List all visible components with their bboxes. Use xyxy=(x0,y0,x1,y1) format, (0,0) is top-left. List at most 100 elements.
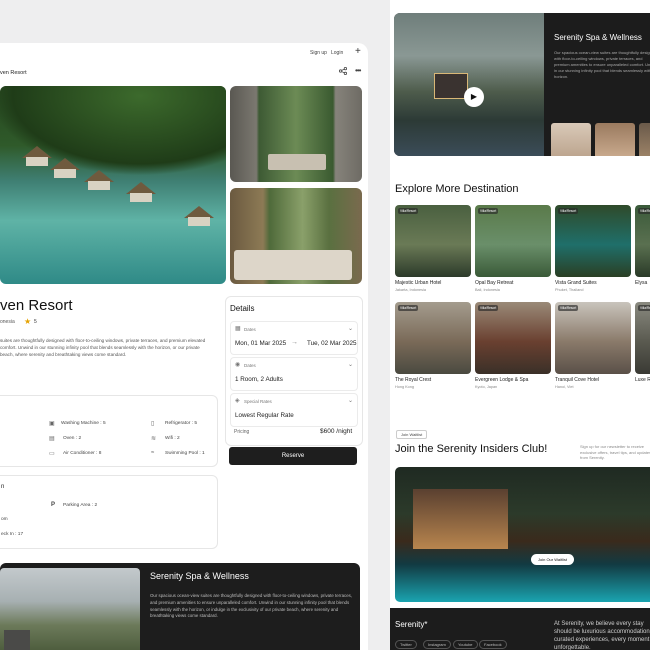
chevron-down-icon: ⌄ xyxy=(347,398,353,404)
destination-photo: Villa/Resort xyxy=(555,205,631,277)
details-heading: Details xyxy=(230,304,255,313)
check-in-date: Mon, 01 Mar 2025 xyxy=(235,340,287,347)
social-link-youtube[interactable]: Youtube xyxy=(453,640,478,649)
hero-photo-resort[interactable] xyxy=(0,86,226,284)
more-options-icon[interactable]: ••• xyxy=(355,66,361,75)
destination-name: Evergreen Lodge & Spa xyxy=(475,377,529,383)
rule-parking: Parking Area : 2 xyxy=(63,503,98,508)
plus-icon[interactable]: + xyxy=(355,46,361,57)
destination-photo: Villa/Resort xyxy=(635,205,650,277)
rules-heading: n xyxy=(1,484,5,490)
price-value: $600 /night xyxy=(320,428,353,435)
destination-badge: Villa/Resort xyxy=(398,208,419,214)
destination-badge: Villa/Resort xyxy=(558,208,579,214)
destination-photo: Villa/Resort xyxy=(475,205,551,277)
guests-label: Dates xyxy=(244,363,256,368)
destination-card[interactable]: Villa/Resort Vista Grand Suites Phuket, Th… xyxy=(555,205,631,292)
arrow-right-icon: → xyxy=(291,339,298,346)
chevron-down-icon: ⌄ xyxy=(347,362,353,368)
sign-up-link[interactable]: Sign up xyxy=(310,50,327,56)
social-link-twitter[interactable]: Twitter xyxy=(395,640,417,649)
destination-photo: Villa/Resort xyxy=(635,302,650,374)
reserve-button[interactable]: Reserve xyxy=(229,447,357,465)
special-rates-field[interactable]: ◈ Special Rates ⌄ Lowest Regular Rate xyxy=(230,393,358,427)
photo-bedroom-2[interactable] xyxy=(230,188,362,284)
login-link[interactable]: Login xyxy=(331,50,343,56)
amenities-box: ▣ Washing Machine : 5 ▯ Refrigerator : 5… xyxy=(0,395,218,467)
waitlist-tag: Join Waitlist xyxy=(396,430,428,439)
fridge-icon: ▯ xyxy=(151,421,155,427)
guests-field[interactable]: ◉ Dates ⌄ 1 Room, 2 Adults xyxy=(230,357,358,391)
footer-logo: Serenity* xyxy=(395,620,428,629)
property-location: onesia xyxy=(0,319,15,325)
oven-icon: ▤ xyxy=(49,436,55,442)
spa-thumbnail[interactable] xyxy=(639,123,650,156)
amenity-item: Oven : 2 xyxy=(63,436,82,441)
amenity-item: Air Conditioner : 8 xyxy=(63,451,102,456)
spa-video-thumbnail[interactable] xyxy=(394,13,544,156)
calendar-icon: ▦ xyxy=(235,326,241,332)
amenity-item: Refrigerator : 5 xyxy=(165,421,197,426)
brand-name: ven Resort xyxy=(0,70,27,76)
destination-location: Hanoi, Viet xyxy=(555,385,574,389)
special-rates-value: Lowest Regular Rate xyxy=(235,412,294,419)
destination-badge: Villa/Resort xyxy=(638,305,650,311)
spa-video-section: ▶ Serenity Spa & Wellness Our spacious o… xyxy=(394,13,650,156)
destination-name: Majestic Urban Hotel xyxy=(395,280,442,286)
check-out-date: Tue, 02 Mar 2025 xyxy=(307,340,357,347)
parking-icon: P xyxy=(51,502,56,508)
special-rates-label: Special Rates xyxy=(244,399,272,404)
destination-name: Elysa xyxy=(635,280,648,286)
rule-item: eck In : 17 xyxy=(1,532,24,537)
destination-card[interactable]: Villa/Resort Evergreen Lodge & Spa Kyoto, … xyxy=(475,302,551,389)
tag-icon: ◈ xyxy=(235,398,240,404)
destination-badge: Villa/Resort xyxy=(558,305,579,311)
amenity-item: Wifi : 2 xyxy=(165,436,180,441)
guests-icon: ◉ xyxy=(235,362,241,368)
share-icon[interactable] xyxy=(339,67,347,77)
destination-card[interactable]: Villa/Resort Tranquil Cove Hotel Hanoi, Vi… xyxy=(555,302,631,389)
destination-location: Bali, Indonesia xyxy=(475,288,500,292)
social-link-instagram[interactable]: Instagram xyxy=(423,640,451,649)
photo-bedroom-1[interactable] xyxy=(230,86,362,182)
destination-badge: Villa/Resort xyxy=(478,305,499,311)
join-waitlist-button[interactable]: Join Our Waitlist xyxy=(531,554,574,565)
destination-name: The Royal Crest xyxy=(395,377,432,383)
spa-thumbnail[interactable] xyxy=(595,123,635,156)
destination-card[interactable]: Villa/Resort Luxe R xyxy=(635,302,650,385)
destination-name: Opal Bay Retreat xyxy=(475,280,514,286)
play-icon[interactable]: ▶ xyxy=(464,87,484,107)
destination-badge: Villa/Resort xyxy=(398,305,419,311)
join-heading: Join the Serenity Insiders Club! xyxy=(395,443,548,455)
destination-photo: Villa/Resort xyxy=(395,302,471,374)
footer-text: At Serenity, we believe every stay shoul… xyxy=(554,621,650,650)
destination-name: Luxe R xyxy=(635,377,650,383)
spa-heading: Serenity Spa & Wellness xyxy=(150,571,249,581)
destination-location: Phuket, Thailand xyxy=(555,288,584,292)
spa-heading: Serenity Spa & Wellness xyxy=(554,33,642,42)
destination-card[interactable]: Villa/Resort Opal Bay Retreat Bali, Indone… xyxy=(475,205,551,292)
property-description: suites are thoughtfully designed with fl… xyxy=(0,338,206,358)
join-hero-photo: Join Our Waitlist xyxy=(395,467,650,602)
destination-photo: Villa/Resort xyxy=(395,205,471,277)
ac-icon: ▭ xyxy=(49,451,55,457)
pricing-label: Pricing xyxy=(234,429,250,435)
spa-section: Serenity Spa & Wellness Our spacious oce… xyxy=(0,563,360,650)
destination-badge: Villa/Resort xyxy=(638,208,650,214)
destination-card[interactable]: Villa/Resort The Royal Crest Hong Kong xyxy=(395,302,471,389)
footer: Serenity* Twitter Instagram Youtube Face… xyxy=(390,608,650,650)
destination-photo: Villa/Resort xyxy=(555,302,631,374)
destination-card[interactable]: Villa/Resort Elysa xyxy=(635,205,650,288)
explore-heading: Explore More Destination xyxy=(395,183,519,195)
destination-location: Hong Kong xyxy=(395,385,414,389)
property-rating: 5 xyxy=(34,319,37,325)
spa-thumbnail[interactable] xyxy=(551,123,591,156)
dates-field[interactable]: ▦ Dates ⌄ Mon, 01 Mar 2025 → Tue, 02 Mar… xyxy=(230,321,358,355)
destination-photo: Villa/Resort xyxy=(475,302,551,374)
join-description: Sign up for our newsletter to receive ex… xyxy=(580,444,650,460)
property-detail-page: Sign up Login + ven Resort ••• ven Resor… xyxy=(0,43,368,650)
spa-photo xyxy=(0,568,140,650)
destination-badge: Villa/Resort xyxy=(478,208,499,214)
destination-card[interactable]: Villa/Resort Majestic Urban Hotel Jakarta,… xyxy=(395,205,471,292)
social-link-facebook[interactable]: Facebook xyxy=(479,640,507,649)
